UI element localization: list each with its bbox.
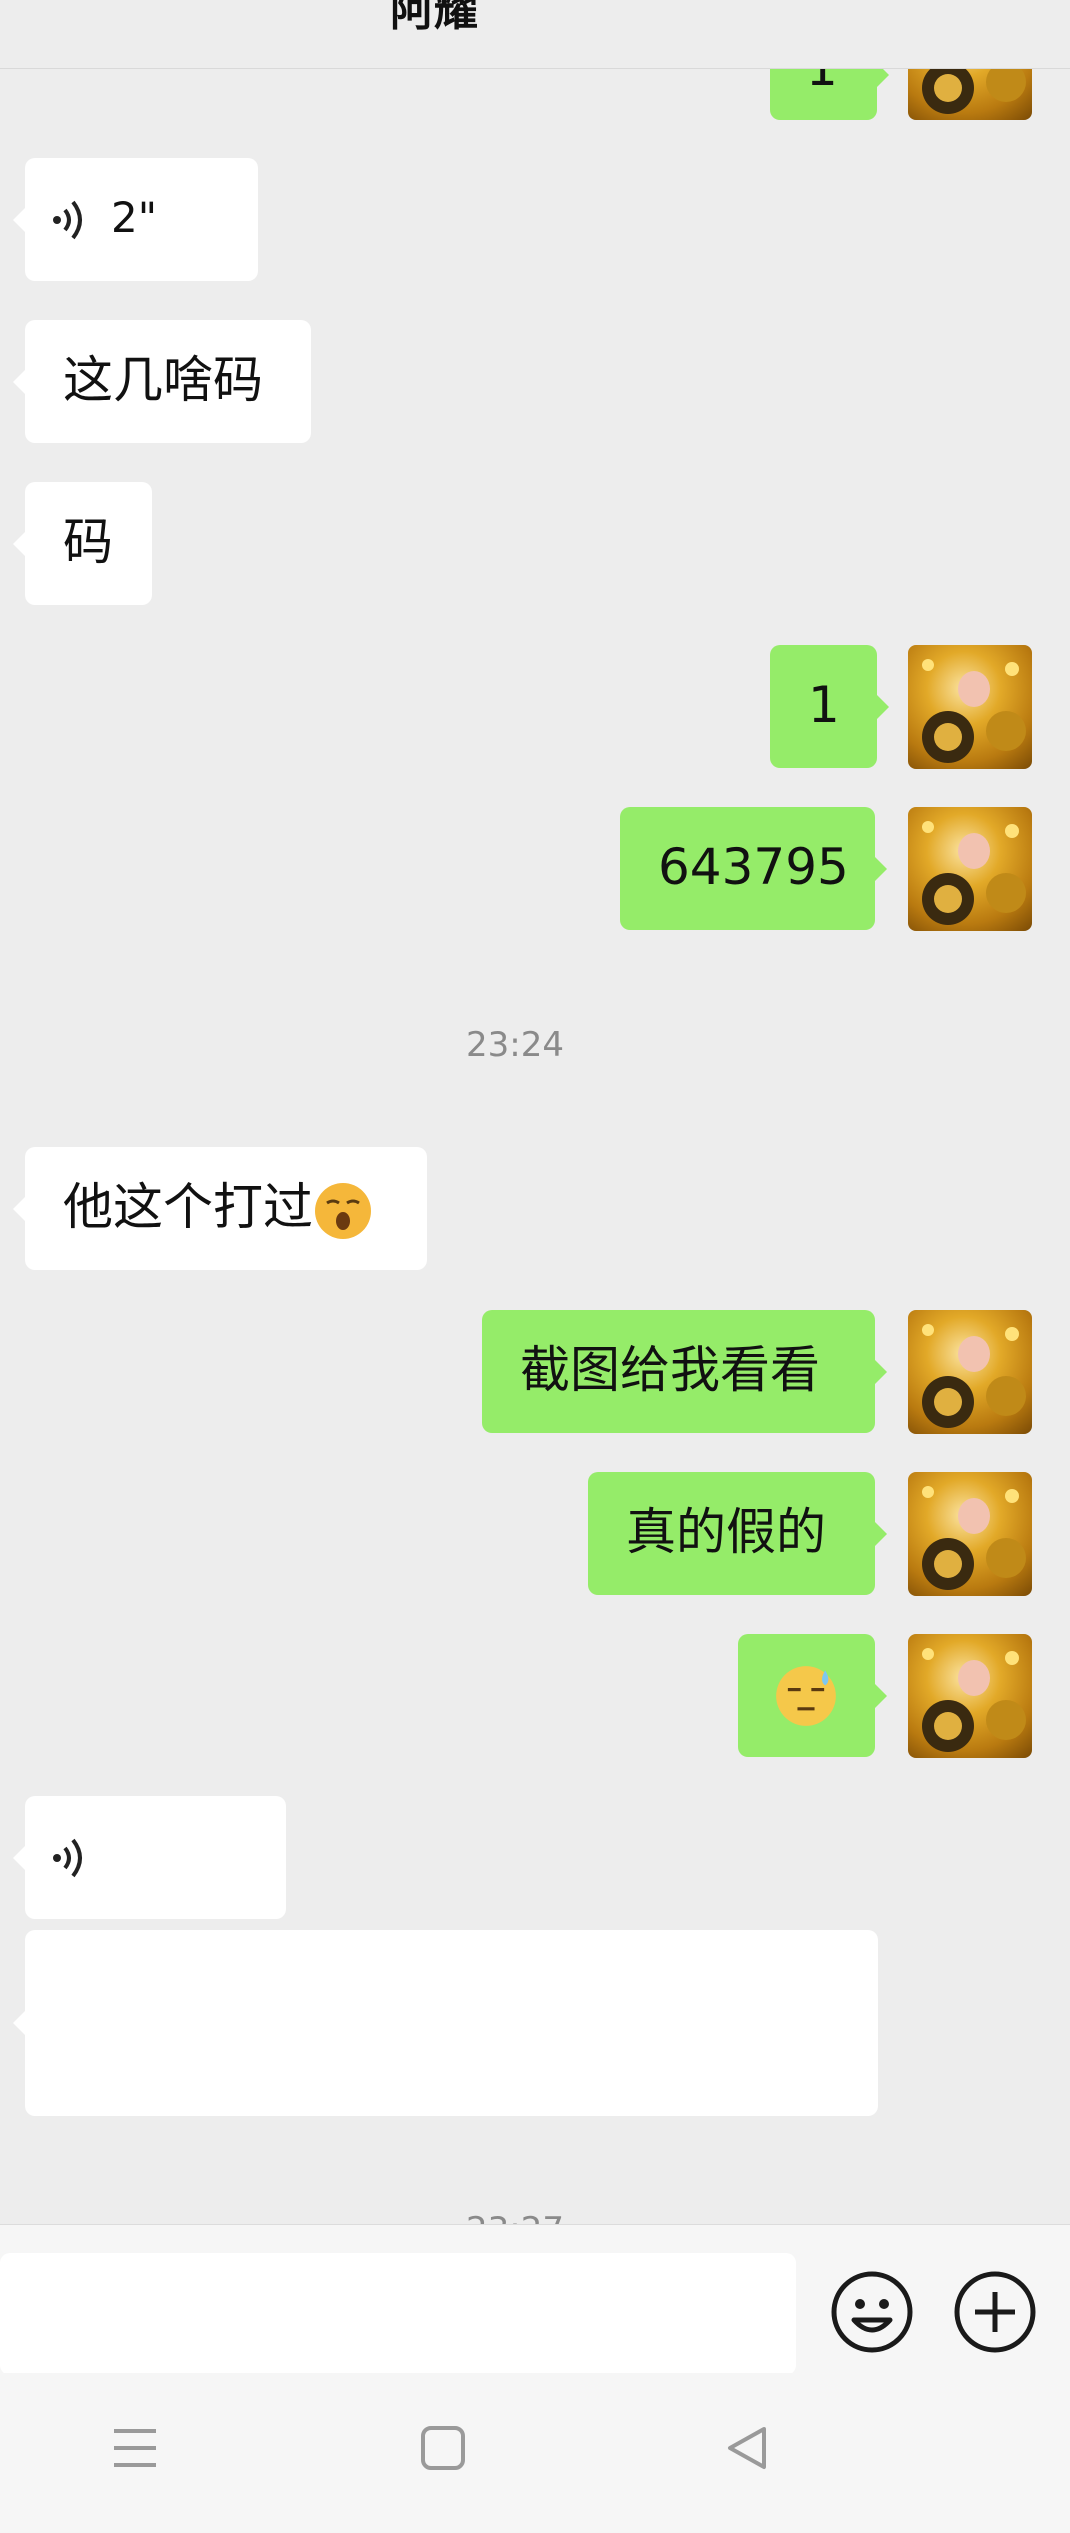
message-text: 真的假的 xyxy=(626,1503,826,1561)
chat-title: 阿耀 xyxy=(390,0,478,36)
my-avatar[interactable] xyxy=(908,1310,1032,1434)
open-mouth-face-icon xyxy=(315,1182,371,1239)
message-bubble-outgoing[interactable] xyxy=(738,1634,887,1757)
message-text: 他这个打过 xyxy=(63,1175,373,1241)
chat-message-list[interactable]: 1 2" 这几啥码 码 1 xyxy=(0,0,1070,2224)
emoji-icon xyxy=(831,2271,913,2353)
message-bubble-outgoing[interactable]: 643795 xyxy=(620,807,887,930)
menu-button[interactable] xyxy=(110,2423,160,2473)
my-avatar[interactable] xyxy=(908,645,1032,769)
home-icon xyxy=(421,2426,465,2470)
back-button[interactable] xyxy=(722,2423,772,2473)
message-bubble-incoming[interactable]: 他这个打过 xyxy=(13,1147,427,1270)
emoji-button[interactable] xyxy=(830,2270,914,2354)
back-icon xyxy=(728,2427,766,2469)
voice-message-bubble[interactable]: 2" xyxy=(13,158,258,281)
chat-timestamp: 23:27 xyxy=(0,2210,1050,2224)
message-text: 这几啥码 xyxy=(63,351,263,409)
message-bubble-outgoing[interactable]: 真的假的 xyxy=(588,1472,887,1595)
voice-duration: 2" xyxy=(111,193,158,242)
my-avatar[interactable] xyxy=(908,1472,1032,1596)
message-text: 1 xyxy=(808,676,840,734)
plus-button[interactable] xyxy=(953,2270,1037,2354)
message-text: 码 xyxy=(63,513,113,571)
avatar-image xyxy=(922,1486,1026,1590)
chat-timestamp: 23:24 xyxy=(466,1025,564,1065)
message-text-content: 他这个打过 xyxy=(63,1178,313,1236)
my-avatar[interactable] xyxy=(908,1634,1032,1758)
message-text: 643795 xyxy=(658,838,849,896)
message-bubble-incoming[interactable]: 这几啥码 xyxy=(13,320,311,443)
menu-icon xyxy=(114,2429,156,2467)
message-text: 截图给我看看 xyxy=(520,1341,820,1399)
message-input-bar xyxy=(0,2224,1070,2375)
system-nav-bar xyxy=(0,2373,1070,2533)
message-bubble-incoming[interactable] xyxy=(13,1930,878,2116)
voice-wave-icon xyxy=(53,1838,82,1878)
message-bubble-outgoing[interactable]: 截图给我看看 xyxy=(482,1310,887,1433)
avatar-image xyxy=(922,821,1026,925)
sweat-face-icon xyxy=(776,1666,836,1726)
message-bubble-incoming[interactable]: 码 xyxy=(13,482,152,605)
chat-header: 阿耀 xyxy=(0,0,1070,69)
avatar-image xyxy=(922,1648,1026,1752)
message-bubble-outgoing[interactable]: 1 xyxy=(770,645,889,768)
avatar-image xyxy=(922,659,1026,763)
message-input[interactable] xyxy=(0,2253,796,2375)
voice-message-bubble[interactable] xyxy=(13,1796,286,1919)
plus-icon xyxy=(954,2271,1036,2353)
voice-wave-icon xyxy=(53,200,82,240)
my-avatar[interactable] xyxy=(908,807,1032,931)
home-button[interactable] xyxy=(418,2423,468,2473)
avatar-image xyxy=(922,1324,1026,1428)
